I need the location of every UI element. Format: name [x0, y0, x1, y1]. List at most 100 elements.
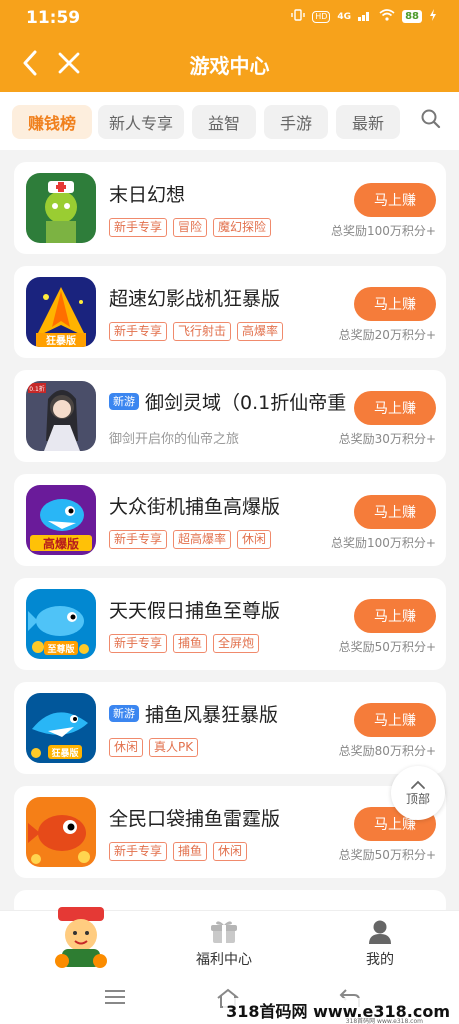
mascot-icon [55, 907, 107, 968]
game-title: 全民口袋捕鱼雷霆版 [109, 808, 281, 830]
tab-puzzle[interactable]: 益智 [192, 105, 256, 139]
menu-key[interactable] [104, 988, 126, 1010]
reward-text: 总奖励50万积分+ [338, 640, 436, 654]
game-tag: 休闲 [237, 530, 272, 549]
new-game-badge: 新游 [109, 704, 139, 722]
game-tags: 新手专享 捕鱼 全屏炮 [109, 634, 260, 653]
game-title-row: 新游 御剑灵域（0.1折仙帝重 [109, 388, 354, 414]
tab-earn-ranking[interactable]: 赚钱榜 [12, 105, 92, 139]
game-icon: 狂暴版 [26, 277, 96, 347]
game-icon [26, 173, 96, 243]
earn-now-button[interactable]: 马上赚 [354, 183, 436, 217]
earn-now-button[interactable]: 马上赚 [354, 599, 436, 633]
game-tags: 新手专享 超高爆率 休闲 [109, 530, 272, 549]
game-tag: 新手专享 [109, 218, 168, 237]
game-title: 天天假日捕鱼至尊版 [109, 600, 281, 622]
game-card[interactable]: 0.1折 新游 御剑灵域（0.1折仙帝重 御剑开启你的仙帝之旅 马上赚 总奖励3… [14, 370, 446, 462]
reward-text: 总奖励100万积分+ [331, 224, 436, 238]
back-to-top-label: 顶部 [405, 791, 430, 806]
game-tag: 捕鱼 [173, 842, 208, 861]
watermark-subtext: 318首码网 www.e318.com [345, 1018, 423, 1024]
site-watermark: 318首码网 www.e318.com 318首码网 www.e318.com [223, 998, 453, 1024]
hd-icon: HD [312, 10, 331, 23]
game-tag: 捕鱼 [173, 634, 208, 653]
reward-text: 总奖励50万积分+ [338, 848, 436, 862]
game-tag: 新手专享 [109, 530, 168, 549]
game-tag: 冒险 [173, 218, 208, 237]
reward-text: 总奖励20万积分+ [338, 328, 436, 342]
nav-welfare-center[interactable]: 福利中心 [196, 919, 252, 969]
user-icon [369, 920, 391, 944]
earn-now-button[interactable]: 马上赚 [354, 391, 436, 425]
game-card[interactable]: 至尊版 天天假日捕鱼至尊版 新手专享 捕鱼 全屏炮 马上赚 总奖励50万积分+ [14, 578, 446, 670]
nav-mine[interactable]: 我的 [366, 919, 394, 969]
nav-header: 游戏中心 [0, 34, 459, 92]
reward-text: 总奖励80万积分+ [338, 744, 436, 758]
game-tag: 真人PK [149, 738, 199, 757]
app-header: 11:59 HD 4G 88 游戏中心 [0, 0, 459, 92]
game-icon: 高爆版 [26, 485, 96, 555]
chevron-up-icon [411, 780, 425, 789]
search-icon [421, 109, 441, 129]
battery-icon: 88 [402, 10, 422, 23]
game-tag: 新手专享 [109, 842, 168, 861]
new-game-badge: 新游 [109, 392, 139, 410]
wifi-icon [379, 9, 395, 24]
game-icon [26, 797, 96, 867]
reward-text: 总奖励100万积分+ [331, 536, 436, 550]
mascot-nav-button[interactable] [50, 905, 112, 971]
game-card[interactable]: 高爆版 大众街机捕鱼高爆版 新手专享 超高爆率 休闲 马上赚 总奖励100万积分… [14, 474, 446, 566]
game-tag: 新手专享 [109, 634, 168, 653]
game-tags: 新手专享 冒险 魔幻探险 [109, 218, 272, 237]
game-icon: 至尊版 [26, 589, 96, 659]
game-tags: 休闲 真人PK [109, 738, 199, 757]
game-title: 大众街机捕鱼高爆版 [109, 496, 281, 518]
game-title: 末日幻想 [109, 184, 186, 206]
game-tag: 高爆率 [237, 322, 284, 341]
tab-latest[interactable]: 最新 [336, 105, 400, 139]
status-time: 11:59 [26, 8, 81, 28]
bottom-nav: 福利中心 我的 [0, 907, 459, 980]
earn-now-button[interactable]: 马上赚 [354, 287, 436, 321]
game-tag: 全屏炮 [213, 634, 260, 653]
game-title: 超速幻影战机狂暴版 [109, 288, 281, 310]
game-card[interactable]: 狂暴版 新游 捕鱼风暴狂暴版 休闲 真人PK 马上赚 总奖励80万积分+ [14, 682, 446, 774]
status-bar: 11:59 HD 4G 88 [0, 0, 459, 34]
game-tag: 飞行射击 [173, 322, 232, 341]
game-tags: 新手专享 飞行射击 高爆率 [109, 322, 284, 341]
charging-icon [429, 9, 437, 24]
game-title: 捕鱼风暴狂暴版 [145, 703, 279, 726]
status-icons: HD 4G 88 [291, 9, 437, 24]
game-card[interactable]: 狂暴版 超速幻影战机狂暴版 新手专享 飞行射击 高爆率 马上赚 总奖励20万积分… [14, 266, 446, 358]
game-card[interactable]: 末日幻想 新手专享 冒险 魔幻探险 马上赚 总奖励100万积分+ [14, 162, 446, 254]
nav-label: 福利中心 [196, 952, 252, 968]
game-tag: 魔幻探险 [213, 218, 272, 237]
icon-label: 狂暴版 [51, 747, 78, 759]
game-icon: 0.1折 [26, 381, 96, 451]
signal-label: 4G [337, 11, 352, 22]
game-card[interactable]: 全民口袋捕鱼雷霆版 新手专享 捕鱼 休闲 马上赚 总奖励50万积分+ [14, 786, 446, 878]
menu-icon [105, 990, 125, 1004]
search-button[interactable] [420, 108, 446, 134]
gift-icon [211, 921, 237, 943]
category-tabs: 赚钱榜 新人专享 益智 手游 最新 [0, 92, 459, 150]
game-icon: 狂暴版 [26, 693, 96, 763]
nav-label: 我的 [366, 952, 394, 968]
game-title-row: 新游 捕鱼风暴狂暴版 [109, 700, 354, 726]
game-tags: 新手专享 捕鱼 休闲 [109, 842, 248, 861]
icon-label: 高爆版 [43, 536, 79, 551]
icon-label: 至尊版 [47, 643, 74, 655]
game-tag: 休闲 [109, 738, 144, 757]
tab-mobile[interactable]: 手游 [264, 105, 328, 139]
icon-label: 0.1折 [29, 385, 45, 393]
vibrate-icon [291, 9, 305, 24]
game-tag: 新手专享 [109, 322, 168, 341]
page-title: 游戏中心 [189, 54, 270, 78]
back-to-top-button[interactable]: 顶部 [391, 766, 445, 820]
game-tag: 超高爆率 [173, 530, 232, 549]
tab-newcomer[interactable]: 新人专享 [98, 105, 184, 139]
earn-now-button[interactable]: 马上赚 [354, 703, 436, 737]
game-title: 御剑灵域（0.1折仙帝重 [145, 391, 347, 414]
reward-text: 总奖励30万积分+ [338, 432, 436, 446]
earn-now-button[interactable]: 马上赚 [354, 495, 436, 529]
